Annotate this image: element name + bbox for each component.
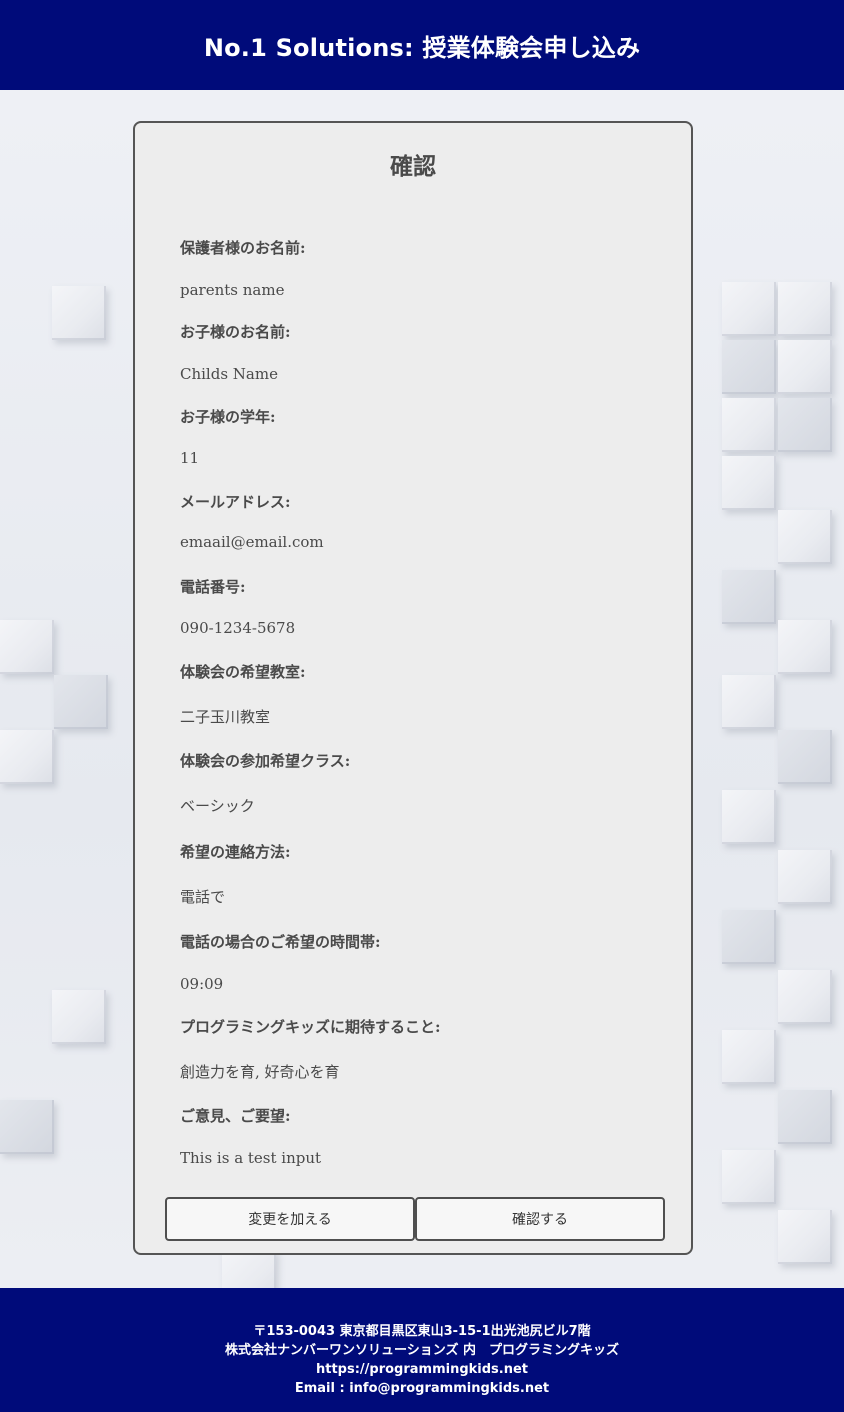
- button-row: 変更を加える 確認する: [165, 1197, 665, 1241]
- bg-cube: [778, 340, 832, 394]
- bg-cube: [778, 510, 832, 564]
- bg-cube: [0, 1100, 54, 1154]
- expectations-label: プログラミングキッズに期待すること:: [180, 1018, 441, 1036]
- site-footer: 〒153-0043 東京都目黒区東山3-15-1出光池尻ビル7階 株式会社ナンバ…: [0, 1288, 844, 1412]
- bg-cube: [778, 620, 832, 674]
- contact-method-label: 希望の連絡方法:: [180, 843, 291, 861]
- bg-cube: [778, 730, 832, 784]
- bg-cube: [778, 1210, 832, 1264]
- classroom-label: 体験会の希望教室:: [180, 663, 306, 681]
- card-title: 確認: [390, 153, 436, 180]
- bg-cube: [52, 990, 106, 1044]
- edit-button[interactable]: 変更を加える: [165, 1197, 415, 1241]
- bg-cube: [722, 340, 776, 394]
- contact-time-label: 電話の場合のご希望の時間帯:: [180, 933, 381, 951]
- bg-cube: [778, 850, 832, 904]
- child-grade-value: 11: [180, 449, 200, 467]
- bg-cube: [722, 1030, 776, 1084]
- footer-email[interactable]: Email : info@programmingkids.net: [0, 1379, 844, 1398]
- bg-cube: [0, 730, 54, 784]
- bg-cube: [722, 675, 776, 729]
- email-label: メールアドレス:: [180, 493, 291, 511]
- comments-value: This is a test input: [180, 1149, 322, 1167]
- bg-cube: [778, 282, 832, 336]
- bg-cube: [778, 1090, 832, 1144]
- expectations-value: 創造力を育, 好奇心を育: [180, 1063, 340, 1081]
- comments-label: ご意見、ご要望:: [180, 1107, 291, 1125]
- footer-address: 〒153-0043 東京都目黒区東山3-15-1出光池尻ビル7階: [253, 1324, 591, 1339]
- child-grade-label: お子様の学年:: [180, 408, 276, 426]
- bg-cube: [222, 1250, 276, 1288]
- footer-company: 株式会社ナンバーワンソリューションズ 内 プログラミングキッズ: [224, 1343, 619, 1358]
- bg-cube: [722, 398, 776, 452]
- parent-name-label: 保護者様のお名前:: [180, 239, 306, 257]
- contact-method-value: 電話で: [180, 888, 226, 906]
- child-name-label: お子様のお名前:: [180, 323, 291, 341]
- classroom-value: 二子玉川教室: [180, 708, 271, 726]
- bg-cube: [778, 970, 832, 1024]
- parent-name-value: parents name: [180, 281, 285, 299]
- bg-cube: [722, 570, 776, 624]
- email-value: emaail@email.com: [180, 533, 324, 551]
- page-title: No.1 Solutions: 授業体験会申し込み: [203, 33, 641, 62]
- confirmation-card: 確認 保護者様のお名前: parents name お子様のお名前: Child…: [133, 121, 693, 1255]
- bg-cube: [52, 286, 106, 340]
- phone-value: 090-1234-5678: [180, 619, 296, 637]
- bg-cube: [722, 790, 776, 844]
- class-label: 体験会の参加希望クラス:: [180, 752, 351, 770]
- footer-url[interactable]: https://programmingkids.net: [0, 1360, 844, 1379]
- class-value: ベーシック: [180, 797, 255, 815]
- bg-cube: [54, 675, 108, 729]
- bg-cube: [722, 910, 776, 964]
- bg-cube: [722, 456, 776, 510]
- bg-cube: [0, 620, 54, 674]
- bg-cube: [722, 282, 776, 336]
- phone-label: 電話番号:: [180, 578, 246, 596]
- contact-time-value: 09:09: [180, 975, 224, 993]
- site-header: No.1 Solutions: 授業体験会申し込み: [0, 0, 844, 90]
- bg-cube: [778, 398, 832, 452]
- bg-cube: [722, 1150, 776, 1204]
- child-name-value: Childs Name: [180, 365, 278, 383]
- confirm-button[interactable]: 確認する: [415, 1197, 665, 1241]
